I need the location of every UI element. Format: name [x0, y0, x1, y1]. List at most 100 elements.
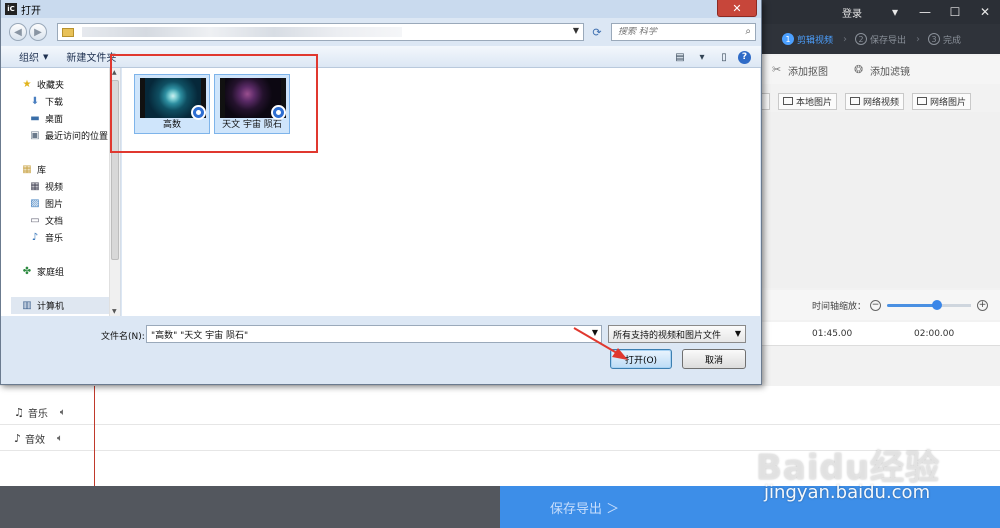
close-button[interactable]: ✕: [717, 0, 757, 17]
cancel-button[interactable]: 取消: [682, 349, 746, 369]
zoom-slider[interactable]: [887, 299, 972, 310]
app-close-icon[interactable]: ✕: [970, 0, 1000, 24]
zoom-slider-handle[interactable]: [932, 299, 943, 310]
local-image-button[interactable]: 本地图片: [778, 92, 838, 110]
back-icon[interactable]: ◀: [9, 23, 27, 41]
track-header: ♫ 音乐 🔈︎: [0, 400, 94, 425]
step-number: 2: [855, 33, 868, 45]
desktop-icon: ▬: [30, 112, 40, 124]
media-library-area: [762, 112, 1000, 288]
filter-icon: ❂: [854, 63, 864, 76]
track-label: 音效: [25, 435, 46, 446]
playhead[interactable]: [94, 386, 95, 486]
nav-item-libraries[interactable]: ▦ 库: [1, 161, 109, 178]
nav-item-recent[interactable]: ▣ 最近访问的位置: [1, 127, 109, 144]
filename-field[interactable]: "高数" "天文 宇宙 陨石" ▼: [146, 325, 602, 343]
search-input[interactable]: [618, 27, 738, 37]
new-folder-button[interactable]: 新建文件夹: [66, 49, 116, 64]
image-icon: [917, 97, 928, 105]
preview-pane-icon[interactable]: ▯: [716, 49, 732, 65]
image-icon: [783, 97, 793, 105]
online-image-button[interactable]: 网络图片: [912, 92, 972, 110]
ruler-tick-label: 02:00.00: [914, 329, 955, 339]
ruler-tick-label: 01:45.00: [812, 329, 853, 339]
music-note-icon: ♫: [14, 406, 24, 419]
nav-item-computer[interactable]: ▥ 计算机: [11, 297, 109, 314]
search-box[interactable]: ⌕: [611, 23, 756, 41]
nav-label: 文档: [45, 217, 64, 227]
step-label: 完成: [943, 35, 962, 46]
nav-item-desktop[interactable]: ▬ 桌面: [1, 110, 109, 127]
folder-icon: [62, 27, 74, 37]
computer-icon: ▥: [22, 299, 32, 311]
nav-item-music[interactable]: ♪ 音乐: [1, 229, 109, 246]
nav-item-downloads[interactable]: ⬇ 下载: [1, 93, 109, 110]
recent-places-icon: ▣: [30, 129, 40, 141]
online-video-button[interactable]: 网络视频: [845, 92, 905, 110]
star-icon: ★: [22, 78, 32, 90]
chevron-down-icon[interactable]: ▼: [573, 26, 579, 35]
nav-label: 音乐: [45, 234, 64, 244]
menu-dropdown-icon[interactable]: ▾: [880, 0, 910, 24]
track-music: ♫ 音乐 🔈︎: [0, 400, 1000, 425]
nav-item-pictures[interactable]: ▨ 图片: [1, 195, 109, 212]
login-link[interactable]: 登录: [842, 5, 862, 20]
nav-item-documents[interactable]: ▭ 文档: [1, 212, 109, 229]
step-number: 3: [928, 33, 941, 45]
chevron-down-icon[interactable]: ▼: [592, 328, 598, 337]
nav-label: 桌面: [45, 115, 64, 125]
speaker-icon[interactable]: 🔈︎: [57, 433, 63, 444]
address-path-blurred: [82, 27, 402, 37]
address-bar[interactable]: ▼: [57, 23, 584, 41]
nav-item-videos[interactable]: ▦ 视频: [1, 178, 109, 195]
watermark-url: jingyan.baidu.com: [764, 482, 931, 503]
maximize-icon[interactable]: ☐: [940, 0, 970, 24]
view-mode-icon[interactable]: ▤: [672, 49, 688, 65]
add-matting-button[interactable]: ✂ 添加抠图: [772, 63, 828, 78]
step-indicator: 1 剪辑视频 › 2 保存导出 › 3 完成: [762, 24, 1000, 54]
button-label: 新建文件夹: [66, 53, 117, 64]
help-icon[interactable]: ?: [738, 50, 751, 64]
refresh-icon[interactable]: ⟳: [588, 23, 606, 41]
track-label: 音乐: [27, 409, 48, 420]
track-header: ♪ 音效 🔈︎: [0, 426, 94, 451]
zoom-in-icon[interactable]: +: [977, 299, 989, 311]
nav-item-favorites[interactable]: ★ 收藏夹: [1, 76, 109, 93]
dialog-title: 打开: [21, 5, 41, 17]
step-number: 1: [782, 33, 794, 45]
search-icon[interactable]: ⌕: [745, 26, 751, 37]
button-label: 网络视频: [863, 97, 900, 108]
step-save-export: 2 保存导出: [855, 33, 906, 46]
forward-icon[interactable]: ▶: [29, 23, 47, 41]
chevron-down-icon: ▼: [734, 329, 741, 338]
scroll-down-icon[interactable]: ▼: [112, 308, 117, 315]
chevron-right-icon: ›: [843, 33, 848, 45]
file-type-select[interactable]: 所有支持的视频和图片文件 ▼: [608, 325, 746, 343]
nav-label: 下载: [45, 98, 64, 108]
picture-library-icon: ▨: [30, 197, 40, 209]
timeline-ruler: 01:45.00 02:00.00: [762, 322, 1000, 346]
matting-icon: ✂: [772, 63, 782, 76]
navigation-pane: ★ 收藏夹 ⬇ 下载 ▬ 桌面 ▣ 最近访问的位置 ▦ 库 ▦ 视频 ▨ 图片 ▭ 文档 ♪ 音乐…: [1, 68, 121, 316]
view-options-chevron-icon[interactable]: ▾: [694, 49, 710, 65]
step-done: 3 完成: [928, 33, 961, 46]
nav-label: 图片: [45, 200, 64, 210]
nav-item-homegroup[interactable]: ✤ 家庭组: [1, 263, 109, 280]
speaker-icon[interactable]: 🔈︎: [60, 407, 66, 418]
nav-label: 库: [37, 166, 47, 176]
tool-label: 添加抠图: [788, 66, 828, 78]
step-label: 剪辑视频: [797, 35, 834, 46]
open-button[interactable]: 打开(O): [610, 349, 672, 369]
zoom-out-icon[interactable]: −: [870, 299, 882, 311]
nav-label: 计算机: [37, 302, 65, 312]
library-icon: ▦: [22, 163, 32, 175]
media-button-partial[interactable]: [762, 92, 770, 110]
minimize-icon[interactable]: —: [910, 0, 940, 24]
nav-label: 收藏夹: [37, 81, 65, 91]
add-filter-button[interactable]: ❂ 添加滤镜: [854, 63, 910, 78]
organize-menu[interactable]: 组织 ▼: [19, 49, 48, 65]
media-source-row: 本地图片 网络视频 网络图片: [762, 90, 1000, 112]
address-bar-row: ◀ ▶ ▼ ⟳ ⌕: [1, 18, 761, 46]
